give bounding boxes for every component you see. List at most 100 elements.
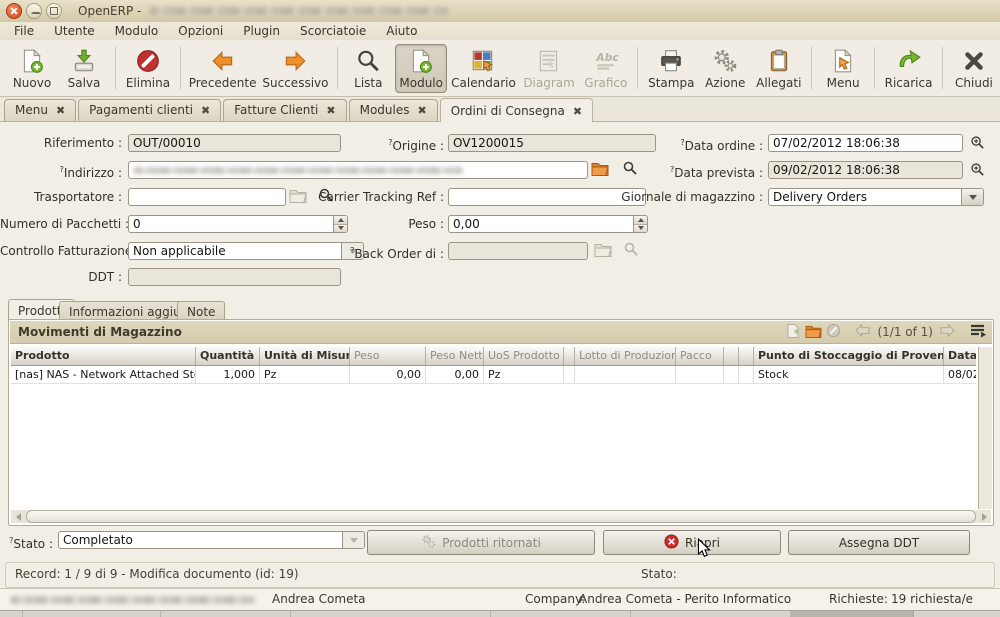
toolbar-button-modulo[interactable]: Modulo	[395, 44, 447, 93]
attachment-clipboard-icon	[766, 47, 792, 75]
data-ordine-label: ?Data ordine :	[613, 135, 763, 151]
table-header-row: Prodotto Quantità Unità di Misura Peso P…	[11, 347, 976, 366]
menu-scorciatoie[interactable]: Scorciatoie	[290, 24, 376, 38]
toolbar-separator	[874, 47, 875, 89]
cell-quantita[interactable]: 1,000	[196, 366, 260, 383]
toolbar-button-successivo[interactable]: Successivo	[260, 44, 330, 93]
menu-utente[interactable]: Utente	[44, 24, 105, 38]
tab-ordini-di-consegna[interactable]: Ordini di Consegna ✖	[440, 98, 593, 122]
toolbar-button-azione[interactable]: Azione	[700, 44, 750, 93]
peso-value: 0,00	[453, 217, 480, 231]
dropdown-arrow-icon[interactable]	[961, 189, 983, 205]
tab-modules[interactable]: Modules ✖	[349, 99, 438, 121]
cell-lotto-di-produzione[interactable]	[575, 366, 676, 383]
stato-combo[interactable]: Completato	[58, 531, 365, 549]
toolbar-button-nuovo[interactable]: Nuovo	[7, 44, 57, 93]
vertical-scrollbar[interactable]	[978, 347, 992, 509]
numero-pacchetti-value: 0	[133, 217, 141, 231]
column-header-prodotto[interactable]: Prodotto	[11, 347, 196, 365]
cell-pacco[interactable]	[676, 366, 724, 383]
tab-pagamenti-clienti[interactable]: Pagamenti clienti ✖	[78, 99, 221, 121]
column-header-pacco[interactable]: Pacco	[676, 347, 724, 365]
spacer-column	[564, 347, 575, 365]
cell-unita-di-misura[interactable]: Pz	[260, 366, 350, 383]
scrollbar-handle[interactable]	[26, 510, 976, 523]
window-minimize-icon[interactable]	[26, 3, 42, 19]
column-header-peso[interactable]: Peso	[350, 347, 426, 365]
origine-label: ?Origine :	[324, 135, 444, 151]
window-close-icon[interactable]	[6, 3, 22, 19]
cell-uos-prodotto[interactable]: Pz	[484, 366, 564, 383]
date-zoom-icon[interactable]	[968, 161, 986, 177]
cell-punto-di-stoccaggio[interactable]: Stock	[754, 366, 944, 383]
cell-prodotto[interactable]: [nas] NAS - Network Attached Storage	[11, 366, 196, 383]
toolbar-button-ricarica[interactable]: Ricarica	[881, 44, 936, 93]
window-maximize-icon[interactable]	[46, 3, 62, 19]
spacer-cell	[724, 366, 739, 383]
peso-field[interactable]: 0,00	[448, 215, 648, 233]
spin-down-icon[interactable]	[634, 225, 647, 233]
horizontal-scrollbar[interactable]	[11, 510, 991, 523]
cell-peso[interactable]: 0,00	[350, 366, 426, 383]
menu-aiuto[interactable]: Aiuto	[376, 24, 427, 38]
column-header-data[interactable]: Data	[944, 347, 976, 365]
cell-peso-netto[interactable]: 0,00	[426, 366, 484, 383]
column-header-uos-prodotto[interactable]: UoS Prodotto	[484, 347, 564, 365]
tab-close-icon[interactable]: ✖	[56, 104, 65, 117]
stock-moves-list: Movimenti di Magazzino (1/1 of 1) Prodot…	[8, 319, 994, 526]
tab-close-icon[interactable]: ✖	[573, 105, 582, 118]
open-row-folder-icon[interactable]	[805, 324, 822, 341]
toolbar-button-chiudi[interactable]: Chiudi	[949, 44, 999, 93]
data-ordine-field[interactable]: 07/02/2012 18:06:38	[768, 134, 963, 152]
taskbar-segment	[490, 611, 491, 617]
riapri-button[interactable]: Riapri	[603, 530, 781, 555]
open-resource-folder-icon[interactable]	[591, 160, 609, 176]
new-document-icon	[19, 47, 45, 75]
tab-close-icon[interactable]: ✖	[326, 104, 335, 117]
open-resource-folder-icon-disabled	[289, 187, 307, 203]
user-name: Andrea Cometa	[272, 592, 366, 606]
toolbar-button-precedente[interactable]: Precedente	[187, 44, 259, 93]
toolbar-button-salva[interactable]: Salva	[59, 44, 109, 93]
tab-close-icon[interactable]: ✖	[417, 104, 426, 117]
tab-close-icon[interactable]: ✖	[201, 104, 210, 117]
toolbar-button-elimina[interactable]: Elimina	[122, 44, 174, 93]
indirizzo-field[interactable]	[128, 161, 588, 179]
column-header-peso-netto[interactable]: Peso Netto	[426, 347, 484, 365]
toolbar-button-menu[interactable]: Menu	[818, 44, 868, 93]
tab-menu[interactable]: Menu ✖	[4, 99, 76, 121]
menu-file[interactable]: File	[4, 24, 44, 38]
scroll-right-icon[interactable]	[977, 510, 991, 523]
tab-fatture-clienti[interactable]: Fatture Clienti ✖	[223, 99, 346, 121]
giornale-magazzino-combo[interactable]: Delivery Orders	[768, 188, 984, 206]
spin-up-icon[interactable]	[634, 216, 647, 225]
toolbar-button-lista[interactable]: Lista	[343, 44, 393, 93]
toolbar-button-calendario[interactable]: Calendario	[449, 44, 518, 93]
mouse-cursor	[697, 538, 711, 559]
notebook-tab-note[interactable]: Note	[177, 301, 225, 321]
scroll-left-icon[interactable]	[11, 510, 25, 523]
trasportatore-field[interactable]	[128, 188, 286, 206]
menu-modulo[interactable]: Modulo	[105, 24, 169, 38]
column-header-quantita[interactable]: Quantità	[196, 347, 260, 365]
column-header-lotto-di-produzione[interactable]: Lotto di Produzione	[575, 347, 676, 365]
toolbar-button-stampa[interactable]: Stampa	[644, 44, 698, 93]
next-arrow-icon	[282, 47, 308, 75]
date-zoom-icon[interactable]	[968, 134, 986, 150]
assegna-ddt-button[interactable]: Assegna DDT	[788, 530, 970, 555]
svg-text:Abc: Abc	[595, 51, 619, 64]
column-header-unita-di-misura[interactable]: Unità di Misura	[260, 347, 350, 365]
data-prevista-field: 09/02/2012 18:06:38	[768, 161, 963, 179]
table-row[interactable]: [nas] NAS - Network Attached Storage 1,0…	[11, 366, 976, 384]
menu-plugin[interactable]: Plugin	[233, 24, 290, 38]
toolbar-button-allegati[interactable]: Allegati	[752, 44, 805, 93]
column-header-punto-di-stoccaggio[interactable]: Punto di Stoccaggio di Provenienza	[754, 347, 944, 365]
prodotti-ritornati-button: Prodotti ritornati	[367, 530, 595, 555]
numero-pacchetti-field[interactable]: 0	[128, 215, 348, 233]
menu-opzioni[interactable]: Opzioni	[168, 24, 233, 38]
new-row-icon[interactable]	[785, 323, 801, 342]
spinner-control[interactable]	[633, 216, 647, 232]
graph-icon: Abc	[593, 47, 619, 75]
switch-view-icon[interactable]	[969, 323, 986, 341]
cell-data[interactable]: 08/02,	[944, 366, 976, 383]
